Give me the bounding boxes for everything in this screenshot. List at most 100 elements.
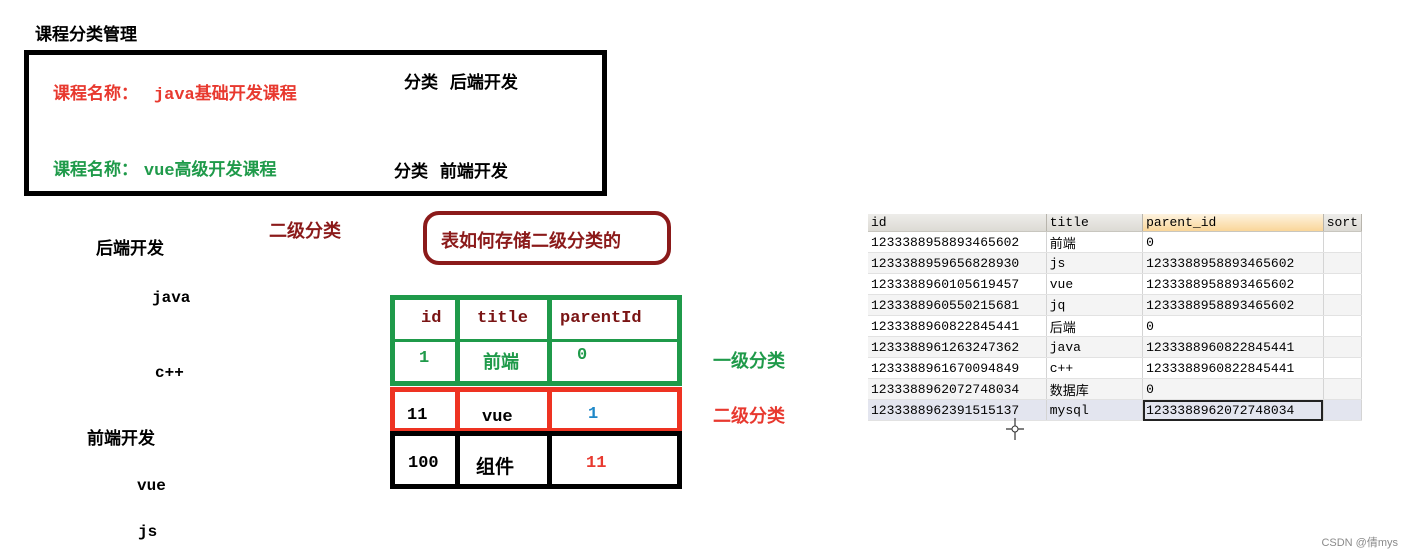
header-title: title: [477, 309, 529, 328]
tree-child-cpp: c++: [155, 364, 184, 382]
grid-cell-sort[interactable]: [1323, 399, 1363, 421]
grid-cell-title[interactable]: js: [1046, 252, 1144, 274]
grid-cell-sort[interactable]: [1323, 273, 1363, 295]
grid-cell-title[interactable]: jq: [1046, 294, 1144, 316]
grid-cell-title[interactable]: mysql: [1046, 399, 1144, 421]
schema-cell: 11: [552, 436, 677, 484]
grid-cell-id[interactable]: 1233388959656828930: [868, 252, 1047, 274]
cell-id: 100: [408, 454, 439, 473]
grid-column-sort[interactable]: sort: [1323, 214, 1363, 232]
tree-child-java: java: [152, 289, 191, 307]
db-result-grid[interactable]: id title parent_id sort 1233388958893465…: [868, 214, 1363, 421]
grid-cell-title[interactable]: java: [1046, 336, 1144, 358]
grid-cell-parent-id[interactable]: 0: [1142, 231, 1324, 253]
grid-cell-parent-id[interactable]: 1233388960822845441: [1142, 357, 1324, 379]
grid-row[interactable]: 1233388961670094849 c++ 123338896082284544…: [868, 357, 1363, 379]
grid-cell-sort[interactable]: [1323, 357, 1363, 379]
grid-cell-sort[interactable]: [1323, 315, 1363, 337]
schema-cell: 100: [395, 436, 460, 484]
grid-cell-parent-id[interactable]: 0: [1142, 378, 1324, 400]
level2-category-label: 二级分类: [269, 221, 341, 242]
cell-id: 1: [419, 349, 430, 368]
grid-cell-parent-id[interactable]: 1233388962072748034: [1142, 399, 1324, 421]
grid-row[interactable]: 1233388959656828930 js 1233388958893465602: [868, 252, 1363, 274]
grid-cell-sort[interactable]: [1323, 294, 1363, 316]
grid-cell-sort[interactable]: [1323, 378, 1363, 400]
tree-parent-frontend: 前端开发: [87, 429, 155, 449]
cell-title: 前端: [483, 352, 519, 373]
grid-row[interactable]: 1233388960822845441 后端 0: [868, 315, 1363, 337]
cell-id: 11: [407, 406, 428, 425]
grid-row[interactable]: 1233388960550215681 jq 1233388958893465602: [868, 294, 1363, 316]
category-value: 前端开发: [439, 162, 508, 182]
schema-cell: 组件: [460, 436, 552, 484]
grid-cell-sort[interactable]: [1323, 252, 1363, 274]
grid-cell-title[interactable]: 后端: [1046, 315, 1144, 337]
grid-cell-id[interactable]: 1233388960105619457: [868, 273, 1047, 295]
cell-parentid: 0: [577, 346, 588, 365]
schema-row-level3: 100 组件 11: [390, 431, 682, 489]
course-name-java: 课程名称： java基础开发课程: [53, 79, 297, 105]
callout-text: 表如何存储二级分类的: [441, 231, 621, 252]
course-name-label: 课程名称：: [53, 84, 138, 104]
grid-cell-parent-id[interactable]: 1233388958893465602: [1142, 294, 1324, 316]
course-name-value: java基础开发课程: [153, 86, 297, 105]
grid-cell-parent-id[interactable]: 1233388958893465602: [1142, 273, 1324, 295]
crosshair-cursor-icon: [1006, 418, 1024, 440]
grid-cell-title[interactable]: 数据库: [1046, 378, 1144, 400]
level1-category-label: 一级分类: [713, 351, 785, 372]
level2-category-side-label: 二级分类: [713, 406, 785, 427]
grid-cell-id[interactable]: 1233388958893465602: [868, 231, 1047, 253]
cell-parentid: 11: [586, 454, 607, 473]
category-label: 分类: [404, 73, 438, 93]
grid-cell-title[interactable]: 前端: [1046, 231, 1144, 253]
grid-cell-parent-id[interactable]: 1233388958893465602: [1142, 252, 1324, 274]
grid-row[interactable]: 1233388962072748034 数据库 0: [868, 378, 1363, 400]
schema-header-row: id title parentId: [390, 295, 682, 342]
callout-box: 表如何存储二级分类的: [423, 211, 671, 265]
schema-header-cell: parentId: [552, 300, 677, 339]
tree-child-vue: vue: [137, 477, 166, 495]
grid-row[interactable]: 1233388962391515137 mysql 1233388962072748…: [868, 399, 1363, 421]
schema-row-level1: 1 前端 0: [390, 340, 682, 386]
schema-cell: 0: [552, 340, 677, 381]
grid-column-id[interactable]: id: [868, 214, 1047, 232]
grid-cell-title[interactable]: c++: [1046, 357, 1144, 379]
course-name-label: 课程名称：: [53, 160, 138, 180]
cell-title: 组件: [476, 456, 515, 478]
grid-column-title[interactable]: title: [1046, 214, 1144, 232]
schema-cell: vue: [460, 392, 552, 428]
grid-cell-id[interactable]: 1233388962072748034: [868, 378, 1047, 400]
course-category-backend: 分类 后端开发: [404, 68, 518, 93]
header-parentid: parentId: [560, 309, 642, 328]
schema-cell: 1: [395, 340, 460, 381]
grid-cell-id[interactable]: 1233388960550215681: [868, 294, 1047, 316]
tree-child-js: js: [138, 523, 158, 541]
schema-header-cell: id: [395, 300, 460, 339]
grid-column-parent-id[interactable]: parent_id: [1142, 214, 1324, 232]
grid-header-row: id title parent_id sort: [868, 214, 1363, 232]
page-title: 课程分类管理: [35, 25, 137, 45]
cell-title: vue: [482, 408, 513, 427]
grid-cell-parent-id[interactable]: 1233388960822845441: [1142, 336, 1324, 358]
watermark: CSDN @倩mys: [1321, 537, 1398, 549]
category-label: 分类: [394, 162, 428, 182]
grid-row[interactable]: 1233388961263247362 java 12333889608228454…: [868, 336, 1363, 358]
grid-cell-title[interactable]: vue: [1046, 273, 1144, 295]
grid-cell-sort[interactable]: [1323, 336, 1363, 358]
course-name-vue: 课程名称： vue高级开发课程: [53, 155, 277, 181]
grid-cell-id[interactable]: 1233388960822845441: [868, 315, 1047, 337]
grid-row[interactable]: 1233388960105619457 vue 123338895889346560…: [868, 273, 1363, 295]
schema-header-cell: title: [460, 300, 552, 339]
category-value: 后端开发: [449, 73, 518, 93]
tree-parent-backend: 后端开发: [96, 239, 164, 259]
schema-row-level2: 11 vue 1: [390, 387, 682, 433]
grid-cell-sort[interactable]: [1323, 231, 1363, 253]
grid-cell-id[interactable]: 1233388961670094849: [868, 357, 1047, 379]
course-category-frontend: 分类 前端开发: [394, 157, 508, 182]
header-id: id: [421, 309, 442, 328]
schema-cell: 1: [552, 392, 677, 428]
grid-row[interactable]: 1233388958893465602 前端 0: [868, 231, 1363, 253]
grid-cell-id[interactable]: 1233388961263247362: [868, 336, 1047, 358]
grid-cell-parent-id[interactable]: 0: [1142, 315, 1324, 337]
